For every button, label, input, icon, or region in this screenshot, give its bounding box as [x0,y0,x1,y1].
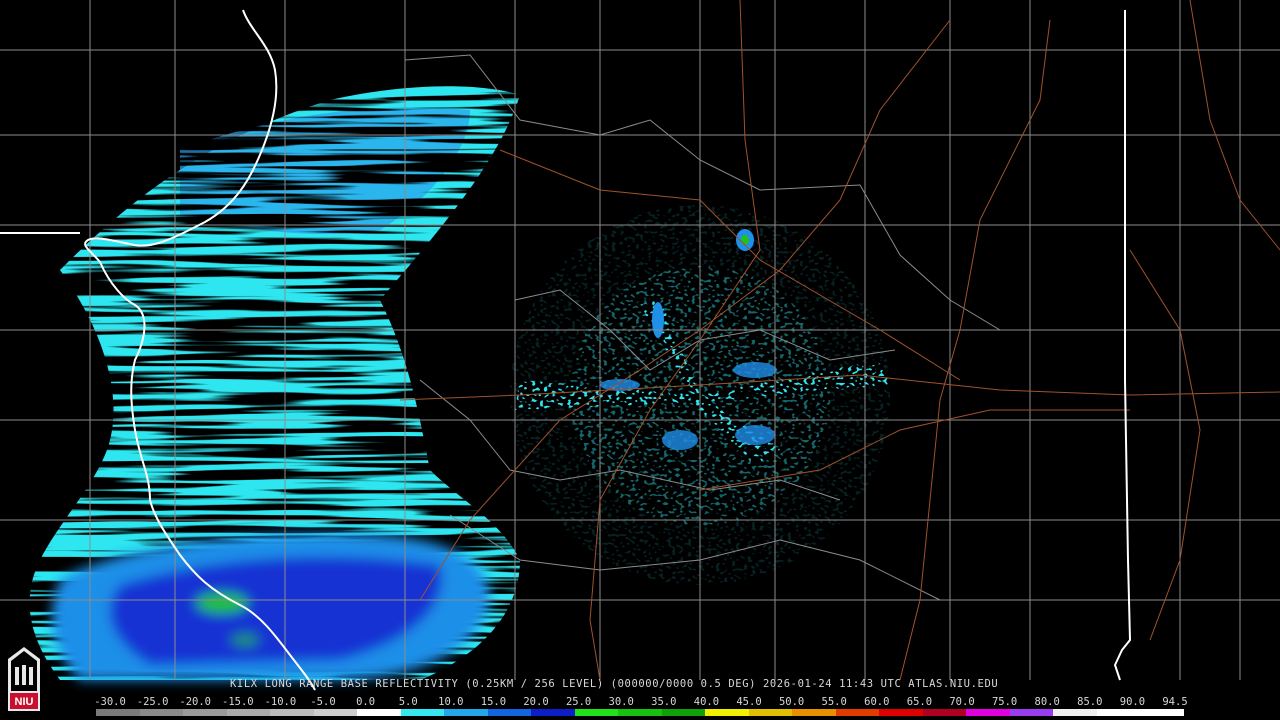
colorbar-segment [183,709,227,716]
scale-tick-label: -20.0 [179,696,211,708]
colorbar-segment [835,709,880,716]
colorbar-segment [313,709,358,716]
scale-tick-label: 10.0 [438,696,464,708]
scale-tick-label: 35.0 [651,696,677,708]
colorbar-segment [1009,709,1054,716]
scale-tick-label: -5.0 [310,696,336,708]
colorbar-segment [444,709,488,716]
scale-tick-label: -10.0 [264,696,297,708]
scale-tick-label: 75.0 [991,696,1018,708]
reflectivity-scale-labels: -30.0 -25.0 -20.0 -15.0 -10.0 -5.0 0.0 5.0 10.0 1… [0,696,1280,708]
colorbar-segment [922,709,967,716]
colorbar-segment [618,709,662,716]
colorbar-segment [966,709,1010,716]
colorbar-segment [487,709,532,716]
colorbar-segment [792,709,836,716]
colorbar-segment [748,709,793,716]
product-caption: KILX LONG RANGE BASE REFLECTIVITY (0.25K… [230,678,999,690]
scale-tick-label: 30.0 [608,696,634,708]
colorbar-segment [1140,709,1184,716]
indiana-boundary [1113,10,1132,681]
colorbar-segment [96,709,140,716]
colorbar-segment [879,709,923,716]
scale-tick-label: 20.0 [523,696,549,708]
colorbar-segment [574,709,619,716]
scale-tick-label: 45.0 [736,696,762,708]
scale-tick-label: 94.5 [1162,696,1188,708]
scale-tick-label: 70.0 [949,696,975,708]
colorbar-segment [1096,709,1141,716]
colorbar-segment [139,709,184,716]
scale-tick-label: 55.0 [821,696,847,708]
colorbar-segment [400,709,445,716]
scale-tick-label: 90.0 [1119,696,1146,708]
scale-tick-label: -30.0 [94,696,126,708]
colorbar-segment [531,709,575,716]
scale-tick-label: 5.0 [398,696,418,708]
scale-tick-label: -15.0 [221,696,254,708]
colorbar-segment [226,709,271,716]
scale-tick-label: 40.0 [693,696,720,708]
colorbar-segment [270,709,314,716]
scale-tick-label: 0.0 [356,696,376,708]
scale-tick-label: 65.0 [906,696,933,708]
colorbar-segment [1053,709,1097,716]
precipitation-echoes [29,86,890,680]
scale-tick-label: -25.0 [136,696,169,708]
scale-tick-label: 25.0 [565,696,592,708]
scale-tick-label: 85.0 [1077,696,1103,708]
reflectivity-colorbar [96,709,1184,716]
colorbar-segment [661,709,706,716]
scale-tick-label: 80.0 [1034,696,1060,708]
scale-tick-label: 15.0 [480,696,507,708]
scale-tick-label: 60.0 [864,696,890,708]
radar-map [0,0,1280,691]
scale-tick-label: 50.0 [778,696,805,708]
colorbar-segment [705,709,749,716]
colorbar-segment [357,709,401,716]
